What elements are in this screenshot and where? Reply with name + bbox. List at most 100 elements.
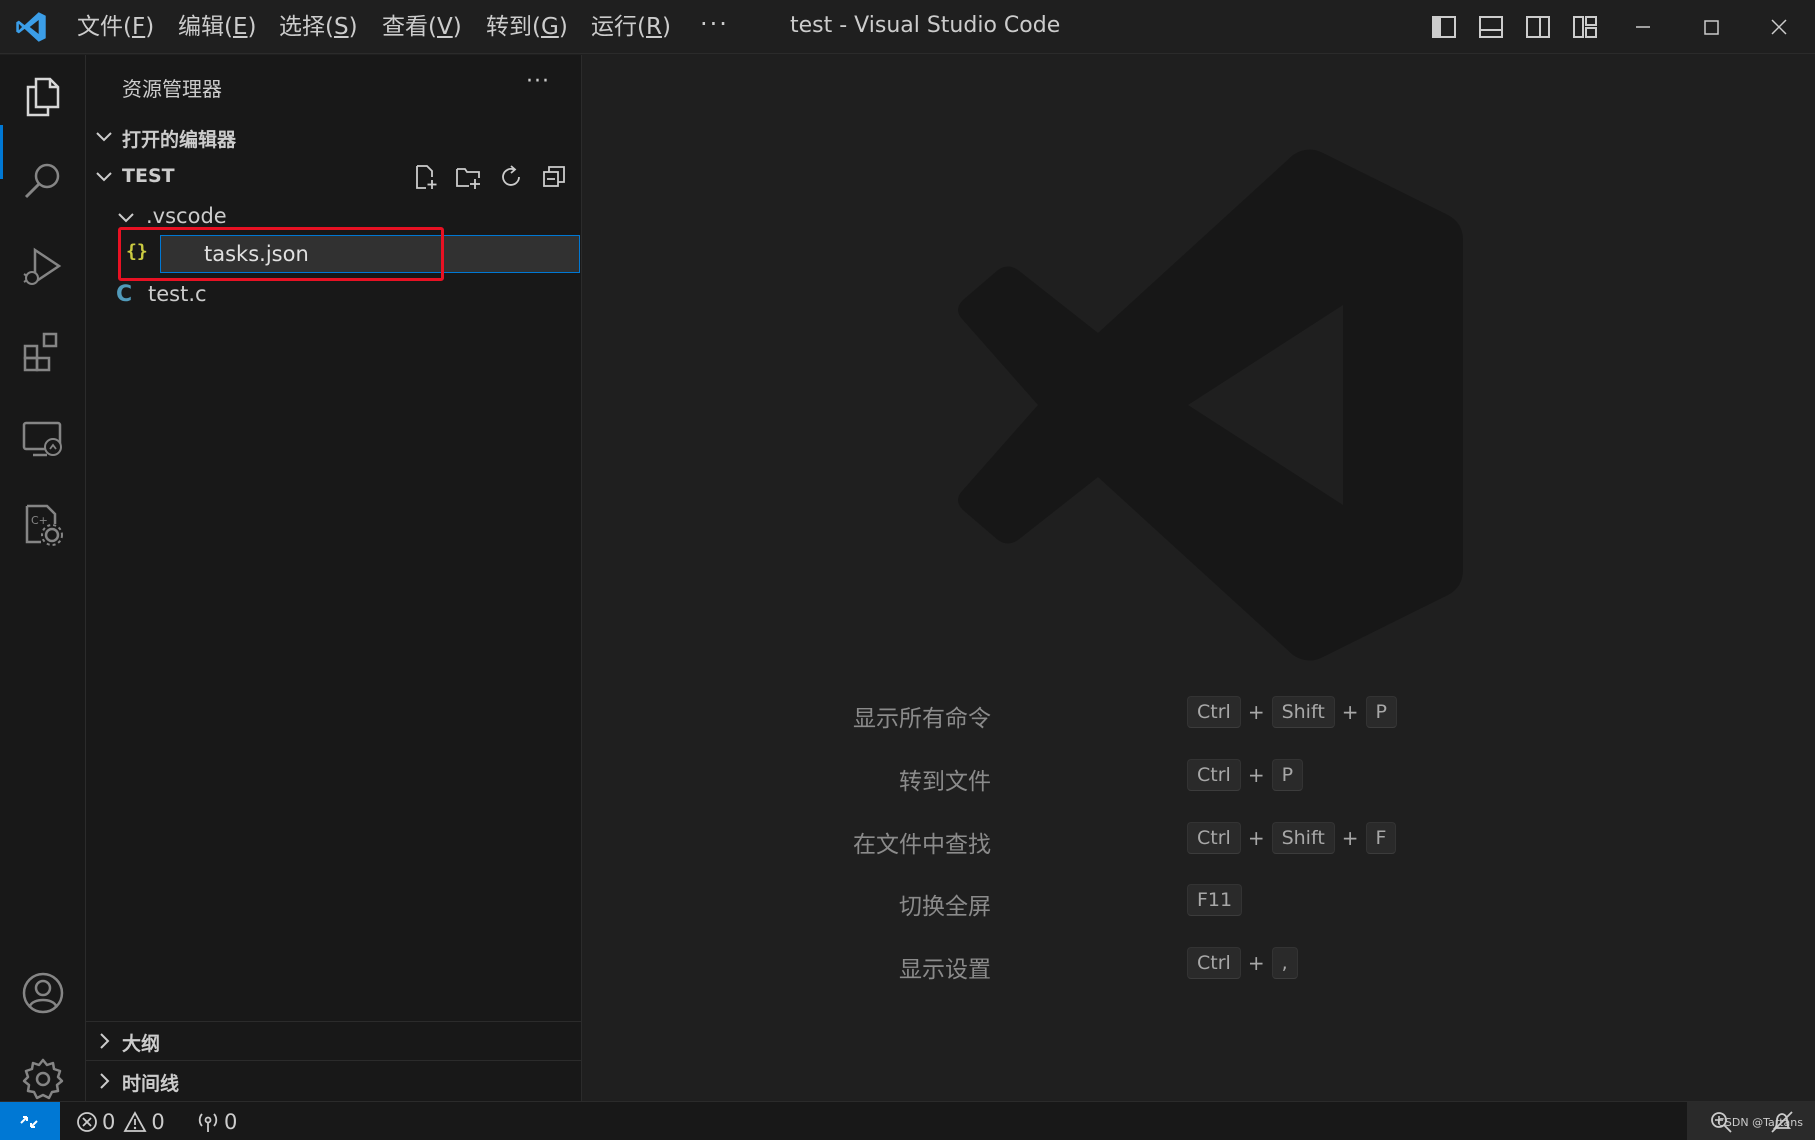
explorer-icon[interactable]: [19, 73, 67, 121]
broadcast-icon: [198, 1113, 218, 1132]
section-open-editors[interactable]: 打开的编辑器: [86, 119, 582, 155]
extensions-icon[interactable]: [19, 328, 67, 376]
run-and-debug-icon[interactable]: [19, 242, 67, 290]
status-bar-right: CSDN @Tartans: [1687, 1102, 1815, 1140]
shortcut-label: 在文件中查找: [853, 832, 991, 858]
tree-item-folder-vscode[interactable]: .vscode: [86, 198, 582, 236]
minimize-icon[interactable]: [1618, 10, 1668, 44]
remote-indicator-button[interactable]: [0, 1102, 60, 1140]
warning-count: 0: [151, 1110, 165, 1134]
shortcut-go-to-file: 转到文件 Ctrl + P: [583, 758, 1815, 795]
title-bar: 文件(F) 编辑(E) 选择(S) 查看(V) 转到(G) 运行(R) ··· …: [0, 0, 1815, 54]
active-view-indicator: [0, 125, 3, 179]
collapse-all-icon[interactable]: [541, 164, 567, 190]
vscode-logo-icon: [16, 12, 46, 42]
sidebar-more-actions-button[interactable]: ···: [526, 69, 550, 94]
section-folder-test[interactable]: TEST: [86, 159, 582, 195]
chevron-right-icon: [100, 1073, 110, 1089]
key-cap: Shift: [1271, 822, 1335, 854]
json-file-icon: {}: [126, 241, 148, 262]
chevron-down-icon: [96, 172, 112, 182]
svg-text:C+: C+: [31, 514, 48, 527]
error-count: 0: [102, 1110, 116, 1134]
activity-bar: C+: [0, 55, 86, 1101]
tree-item-file-test-c[interactable]: C test.c: [86, 276, 582, 314]
shortcut-keys: Ctrl + ,: [1187, 946, 1298, 980]
toggle-panel-icon[interactable]: [1477, 13, 1505, 41]
section-divider: [86, 1021, 582, 1022]
maximize-icon[interactable]: [1686, 10, 1736, 44]
search-icon[interactable]: [19, 157, 67, 205]
rename-file-input[interactable]: [160, 235, 580, 273]
key-cap: Shift: [1271, 696, 1335, 728]
shortcut-keys: Ctrl + Shift + P: [1187, 695, 1397, 729]
tree-item-label: .vscode: [146, 204, 227, 228]
c-file-icon: C: [116, 282, 133, 307]
close-icon[interactable]: [1754, 10, 1804, 44]
key-cap: Ctrl: [1187, 696, 1241, 728]
key-plus: +: [1247, 700, 1265, 724]
section-timeline[interactable]: 时间线: [86, 1063, 582, 1099]
key-cap: Ctrl: [1187, 822, 1241, 854]
key-plus: +: [1247, 763, 1265, 787]
key-cap: P: [1365, 696, 1397, 728]
toggle-primary-sidebar-icon[interactable]: [1430, 13, 1458, 41]
warning-icon: [123, 1111, 147, 1132]
toggle-secondary-sidebar-icon[interactable]: [1524, 13, 1552, 41]
cmake-tools-icon[interactable]: C+: [19, 500, 67, 548]
shortcut-label: 显示设置: [899, 957, 991, 983]
window-title: test - Visual Studio Code: [790, 13, 1061, 38]
problems-status[interactable]: 0 0: [76, 1109, 165, 1135]
chevron-down-icon: [118, 213, 134, 223]
menu-view[interactable]: 查看(V): [382, 12, 462, 42]
remote-explorer-icon[interactable]: [19, 415, 67, 463]
editor-area: 显示所有命令 Ctrl + Shift + P 转到文件 Ctrl + P 在文…: [583, 55, 1815, 1101]
vscode-watermark-icon: [958, 149, 1463, 661]
chevron-right-icon: [100, 1033, 110, 1049]
status-bar: 0 0 0 CSDN @Tartans: [0, 1101, 1815, 1140]
settings-gear-icon[interactable]: [19, 1055, 67, 1103]
key-plus: +: [1247, 826, 1265, 850]
shortcut-show-all-commands: 显示所有命令 Ctrl + Shift + P: [583, 695, 1815, 732]
shortcut-label: 切换全屏: [899, 894, 991, 920]
ports-count: 0: [224, 1110, 238, 1134]
menu-go[interactable]: 转到(G): [486, 12, 568, 42]
section-outline-label: 大纲: [122, 1033, 161, 1055]
menu-run[interactable]: 运行(R): [591, 12, 671, 42]
section-timeline-label: 时间线: [122, 1073, 180, 1095]
key-plus: +: [1341, 826, 1359, 850]
sidebar-title: 资源管理器: [122, 77, 222, 101]
refresh-icon[interactable]: [498, 164, 524, 190]
section-divider: [86, 1060, 582, 1061]
shortcut-find-in-files: 在文件中查找 Ctrl + Shift + F: [583, 821, 1815, 858]
new-file-icon[interactable]: [413, 164, 439, 190]
section-open-editors-label: 打开的编辑器: [122, 129, 237, 151]
key-plus: +: [1341, 700, 1359, 724]
section-outline[interactable]: 大纲: [86, 1023, 582, 1059]
menu-file[interactable]: 文件(F): [77, 12, 154, 42]
customize-layout-icon[interactable]: [1571, 13, 1599, 41]
remote-icon: [20, 1116, 38, 1128]
section-folder-label: TEST: [122, 165, 175, 187]
error-icon: [77, 1112, 97, 1132]
menu-selection[interactable]: 选择(S): [279, 12, 358, 42]
ports-status[interactable]: 0: [196, 1109, 237, 1135]
key-cap: F11: [1187, 884, 1243, 916]
shortcut-keys: Ctrl + P: [1187, 758, 1304, 792]
accounts-icon[interactable]: [19, 969, 67, 1017]
menu-more-button[interactable]: ···: [700, 10, 729, 38]
key-plus: +: [1247, 951, 1265, 975]
key-cap: ,: [1271, 947, 1298, 979]
chevron-down-icon: [96, 132, 112, 142]
key-cap: Ctrl: [1187, 947, 1241, 979]
new-folder-icon[interactable]: [455, 164, 481, 190]
shortcut-label: 转到文件: [899, 769, 991, 795]
explorer-sidebar: 资源管理器 ··· 打开的编辑器 TEST .vscode {} C test.…: [86, 55, 582, 1101]
shortcut-label: 显示所有命令: [853, 706, 991, 732]
key-cap: P: [1271, 759, 1304, 791]
shortcut-show-settings: 显示设置 Ctrl + ,: [583, 946, 1815, 983]
tree-item-label: test.c: [148, 282, 207, 306]
shortcut-keys: F11: [1187, 883, 1243, 917]
shortcut-toggle-fullscreen: 切换全屏 F11: [583, 883, 1815, 920]
menu-edit[interactable]: 编辑(E): [178, 12, 257, 42]
